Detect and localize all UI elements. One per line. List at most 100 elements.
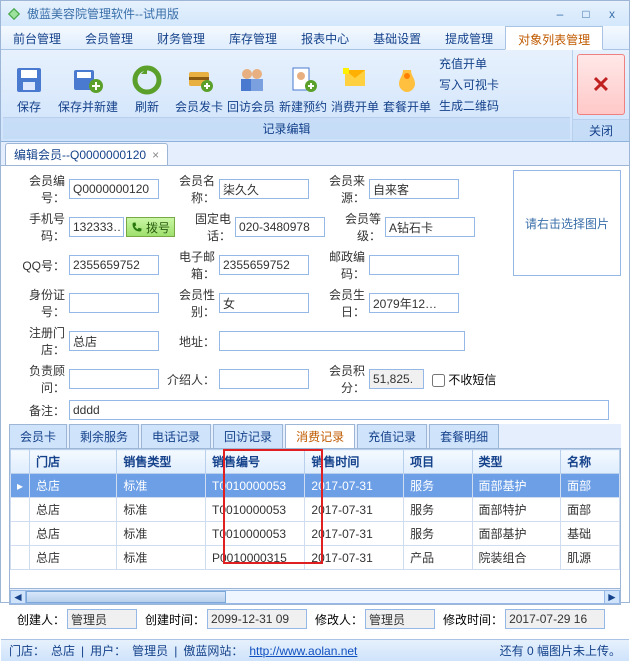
maximize-button[interactable]: □: [575, 6, 597, 22]
ribbon-button-label: 刷新: [135, 98, 159, 115]
ribbon-button[interactable]: 消费开单: [329, 52, 381, 117]
phone-icon: [131, 221, 143, 233]
ribbon-group-label: 记录编辑: [3, 117, 570, 139]
document-tab[interactable]: 编辑会员--Q0000000120 ×: [5, 143, 168, 165]
menu-item[interactable]: 报表中心: [289, 26, 361, 49]
close-icon: ✕: [592, 72, 610, 98]
input-reg-store[interactable]: [69, 331, 159, 351]
status-store-value: 总店: [51, 642, 75, 659]
table-row[interactable]: 总店标准T00100000532017-07-31服务面部特护面部: [11, 498, 620, 522]
checkbox-no-sms-wrap[interactable]: 不收短信: [432, 371, 496, 388]
status-site-link[interactable]: http://www.aolan.net: [249, 644, 357, 658]
menu-item[interactable]: 会员管理: [73, 26, 145, 49]
ribbon: 保存保存并新建刷新会员发卡回访会员新建预约消费开单套餐开单充值开单写入可视卡生成…: [1, 50, 629, 142]
menu-item[interactable]: 库存管理: [217, 26, 289, 49]
input-member-no[interactable]: [69, 179, 159, 199]
input-member-name[interactable]: [219, 179, 309, 199]
ribbon-button-label: 会员发卡: [175, 98, 223, 115]
ribbon-close-label: 关闭: [573, 119, 629, 141]
scroll-thumb[interactable]: [26, 591, 226, 603]
input-consultant[interactable]: [69, 369, 159, 389]
minimize-button[interactable]: –: [549, 6, 571, 22]
ribbon-text-action[interactable]: 生成二维码: [439, 95, 499, 116]
grid-column-header[interactable]: 名称: [561, 450, 620, 474]
inner-tab[interactable]: 充值记录: [357, 424, 427, 448]
menu-item[interactable]: 财务管理: [145, 26, 217, 49]
status-user-value: 管理员: [132, 642, 168, 659]
grid-column-header[interactable]: 门店: [30, 450, 117, 474]
menu-item[interactable]: 基础设置: [361, 26, 433, 49]
ribbon-button[interactable]: 保存并新建: [55, 52, 121, 117]
input-member-source[interactable]: [369, 179, 459, 199]
inner-tab[interactable]: 消费记录: [285, 424, 355, 448]
table-row[interactable]: 总店标准T00100000532017-07-31服务面部基护面部: [11, 474, 620, 498]
grid-column-header[interactable]: 项目: [404, 450, 472, 474]
table-row[interactable]: 总店标准T00100000532017-07-31服务面部基护基础: [11, 522, 620, 546]
grid-column-header[interactable]: 销售编号: [206, 450, 305, 474]
ribbon-text-action[interactable]: 写入可视卡: [439, 74, 499, 95]
close-window-button[interactable]: x: [601, 6, 623, 22]
input-idcard[interactable]: [69, 293, 159, 313]
input-qq[interactable]: [69, 255, 159, 275]
label-birthday: 会员生日：: [309, 286, 369, 320]
menu-bar: 前台管理会员管理财务管理库存管理报表中心基础设置提成管理对象列表管理: [1, 26, 629, 50]
grid-column-header[interactable]: 销售时间: [305, 450, 404, 474]
input-creator: [67, 609, 137, 629]
ribbon-text-action[interactable]: 充值开单: [439, 53, 499, 74]
scroll-right-icon[interactable]: ►: [604, 590, 620, 604]
inner-tab[interactable]: 回访记录: [213, 424, 283, 448]
status-store-label: 门店：: [9, 642, 45, 659]
title-bar: 傲蓝美容院管理软件--试用版 – □ x: [1, 1, 629, 26]
input-referrer[interactable]: [219, 369, 309, 389]
inner-tab-strip: 会员卡剩余服务电话记录回访记录消费记录充值记录套餐明细: [9, 424, 621, 449]
menu-item[interactable]: 提成管理: [433, 26, 505, 49]
label-email: 电子邮箱：: [159, 248, 219, 282]
input-mobile[interactable]: [69, 217, 124, 237]
menu-item[interactable]: 对象列表管理: [505, 26, 603, 50]
input-modify-time: [505, 609, 605, 629]
input-postcode[interactable]: [369, 255, 459, 275]
ribbon-button[interactable]: 回访会员: [225, 52, 277, 117]
grid-column-header[interactable]: 类型: [472, 450, 561, 474]
audit-footer: 创建人： 创建时间： 修改人： 修改时间：: [9, 605, 621, 633]
label-mobile: 手机号码：: [9, 210, 69, 244]
ribbon-button[interactable]: 保存: [3, 52, 55, 117]
status-user-label: 用户：: [90, 642, 126, 659]
ribbon-close-button[interactable]: ✕: [577, 54, 625, 115]
ribbon-button[interactable]: 刷新: [121, 52, 173, 117]
dial-button[interactable]: 拨号: [126, 217, 175, 237]
input-gender[interactable]: [219, 293, 309, 313]
input-member-level[interactable]: [385, 217, 475, 237]
ribbon-button[interactable]: 会员发卡: [173, 52, 225, 117]
member-form: 请右击选择图片 会员编号： 会员名称： 会员来源： 手机号码： 拨号 固定电话：…: [1, 166, 629, 639]
label-reg-store: 注册门店：: [9, 324, 69, 358]
ribbon-buttons: 保存保存并新建刷新会员发卡回访会员新建预约消费开单套餐开单充值开单写入可视卡生成…: [3, 52, 570, 117]
ribbon-button[interactable]: 新建预约: [277, 52, 329, 117]
input-email[interactable]: [219, 255, 309, 275]
checkbox-no-sms[interactable]: [432, 374, 445, 387]
table-row[interactable]: 总店标准P00100003152017-07-31产品院装组合肌源: [11, 546, 620, 570]
label-member-source: 会员来源：: [309, 172, 369, 206]
scroll-left-icon[interactable]: ◄: [10, 590, 26, 604]
input-birthday[interactable]: [369, 293, 459, 313]
label-idcard: 身份证号：: [9, 286, 69, 320]
consumption-grid[interactable]: 门店销售类型销售编号销售时间项目类型名称 总店标准T00100000532017…: [10, 449, 620, 570]
label-creator: 创建人：: [17, 611, 65, 628]
input-address[interactable]: [219, 331, 465, 351]
ribbon-button-label: 保存: [17, 98, 41, 115]
image-placeholder[interactable]: 请右击选择图片: [513, 170, 621, 276]
menu-item[interactable]: 前台管理: [1, 26, 73, 49]
input-remark[interactable]: [69, 400, 609, 420]
ribbon-button[interactable]: 套餐开单: [381, 52, 433, 117]
input-tel[interactable]: [235, 217, 325, 237]
label-qq: QQ号：: [9, 257, 69, 274]
label-modify-time: 修改时间：: [443, 611, 503, 628]
grid-panel: 门店销售类型销售编号销售时间项目类型名称 总店标准T00100000532017…: [9, 449, 621, 589]
inner-tab[interactable]: 剩余服务: [69, 424, 139, 448]
inner-tab[interactable]: 电话记录: [141, 424, 211, 448]
inner-tab[interactable]: 套餐明细: [429, 424, 499, 448]
inner-tab[interactable]: 会员卡: [9, 424, 67, 448]
grid-column-header[interactable]: 销售类型: [117, 450, 206, 474]
document-tab-close-icon[interactable]: ×: [152, 148, 159, 162]
scroll-track[interactable]: [26, 590, 604, 604]
